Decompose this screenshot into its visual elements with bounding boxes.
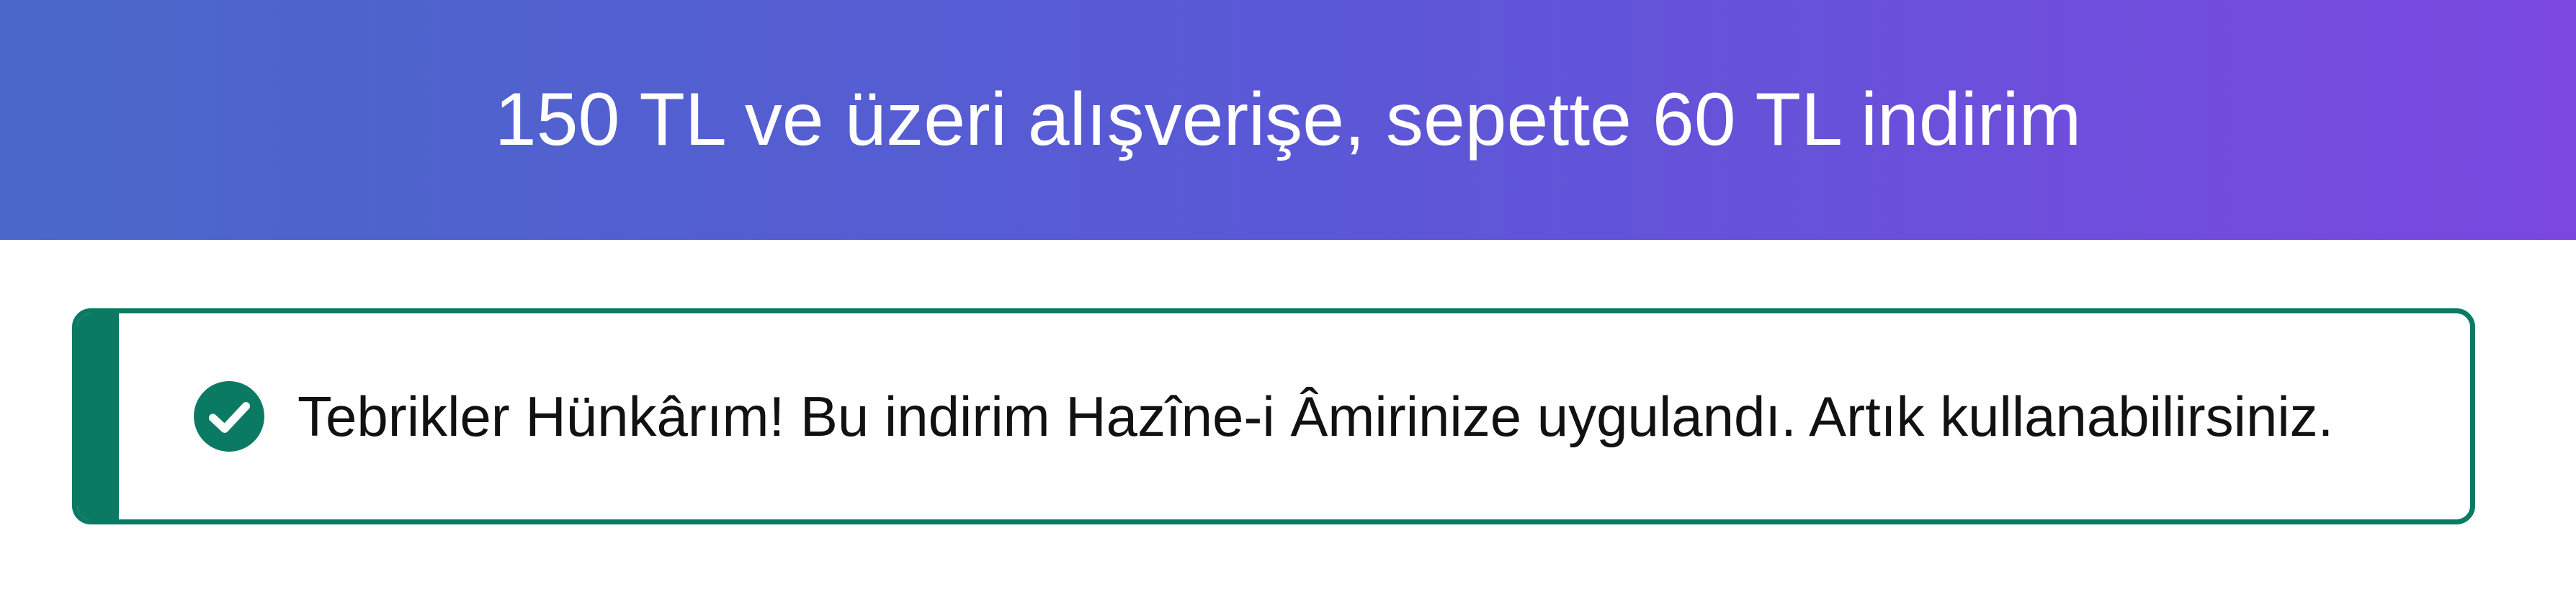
alert-accent-bar <box>77 313 119 519</box>
alert-message: Tebrikler Hünkârım! Bu indirim Hazîne-i … <box>298 384 2334 448</box>
promo-banner: 150 TL ve üzeri alışverişe, sepette 60 T… <box>0 0 2576 240</box>
success-alert: Tebrikler Hünkârım! Bu indirim Hazîne-i … <box>72 308 2475 524</box>
check-circle-icon <box>194 381 264 452</box>
alert-body: Tebrikler Hünkârım! Bu indirim Hazîne-i … <box>192 313 2441 519</box>
promo-title: 150 TL ve üzeri alışverişe, sepette 60 T… <box>494 78 2082 161</box>
